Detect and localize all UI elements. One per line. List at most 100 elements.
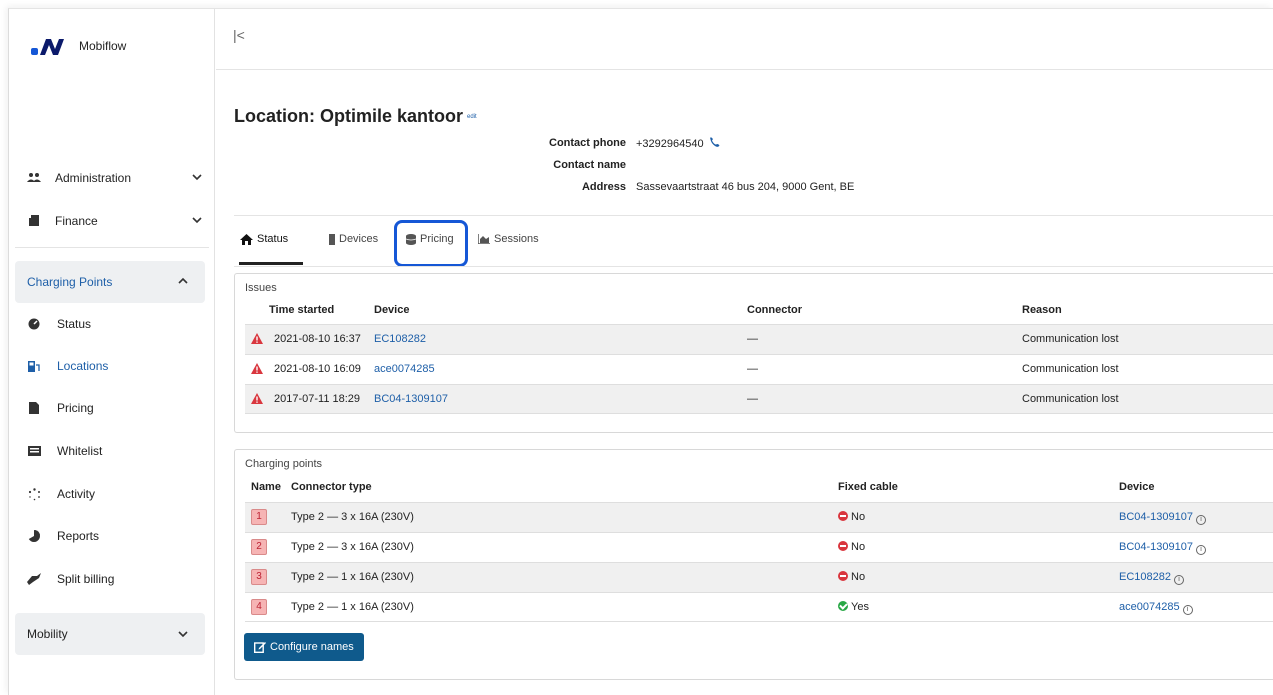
column-header: Device (374, 304, 410, 316)
sidebar-group-label: Mobility (27, 627, 68, 641)
device-link[interactable]: ace0074285 (1119, 601, 1180, 613)
fixed-cable-cell: No (838, 511, 865, 523)
device-link[interactable]: BC04-1309107 (1119, 541, 1193, 553)
chevron-down-icon (191, 214, 203, 229)
app-window: Mobiflow Administration Finance Charging… (8, 8, 1273, 695)
sidebar-item-activity[interactable]: Activity (9, 481, 215, 507)
info-icon[interactable]: i (1196, 545, 1207, 555)
table-row: 3 Type 2 — 1 x 16A (230V) No EC108282 i (245, 562, 1273, 592)
reason-cell: Communication lost (1022, 393, 1119, 405)
sidebar-item-label: Locations (57, 359, 109, 373)
fixed-cable-value: No (851, 541, 866, 553)
contact-phone-value: +3292964540 (636, 137, 720, 150)
device-cell: ace0074285 i (1119, 601, 1193, 615)
point-name-badge: 1 (251, 509, 267, 525)
pricing-icon (27, 401, 41, 415)
sidebar-item-pricing[interactable]: Pricing (9, 395, 215, 421)
connector-cell: — (747, 393, 758, 405)
sidebar-item-reports[interactable]: Reports (9, 523, 215, 549)
no-icon (838, 571, 848, 581)
sidebar-item-label: Status (57, 317, 92, 331)
info-icon[interactable]: i (1174, 575, 1184, 585)
reason-cell: Communication lost (1022, 333, 1119, 345)
area-chart-icon (478, 234, 490, 244)
sidebar-item-administration[interactable]: Administration (9, 163, 215, 193)
button-label: Configure names (270, 641, 354, 653)
edit-link[interactable]: edit (467, 114, 477, 120)
warning-icon (251, 333, 263, 347)
time-cell: 2021-08-10 16:09 (274, 363, 361, 375)
column-header: Reason (1022, 304, 1062, 316)
mobiflow-logo-icon (31, 36, 69, 56)
device-link[interactable]: BC04-1309107 (374, 393, 448, 405)
no-icon (838, 511, 848, 521)
sidebar-item-label: Reports (57, 529, 100, 543)
no-icon (838, 541, 848, 551)
contact-phone[interactable]: +3292964540 (636, 138, 704, 150)
sidebar-item-label: Activity (57, 487, 96, 501)
fixed-cable-value: No (851, 571, 866, 583)
active-tab-indicator (239, 262, 303, 265)
fixed-cable-cell: Yes (838, 601, 869, 613)
brand[interactable]: Mobiflow (31, 36, 126, 56)
device-cell: BC04-1309107 i (1119, 541, 1207, 555)
chevron-down-icon[interactable] (177, 628, 189, 643)
device-icon (329, 233, 335, 245)
page-title: Location: Optimile kantoor edit (234, 106, 477, 127)
connector-cell: — (747, 363, 758, 375)
device-link[interactable]: EC108282 (1119, 571, 1171, 583)
status-icon (27, 317, 41, 331)
divider (15, 247, 209, 248)
table-row: 4 Type 2 — 1 x 16A (230V) Yes ace0074285… (245, 592, 1273, 622)
tab-status[interactable]: Status (240, 233, 288, 245)
finance-icon (27, 214, 41, 228)
phone-icon[interactable] (709, 137, 720, 148)
column-header: Time started (269, 304, 335, 316)
issues-card: Issues Time started Device Connector Rea… (234, 273, 1273, 433)
fixed-cable-value: No (851, 511, 866, 523)
device-link[interactable]: ace0074285 (374, 363, 435, 375)
sidebar-item-label: Administration (55, 171, 132, 185)
info-icon[interactable]: i (1196, 515, 1207, 525)
sidebar-item-split-billing[interactable]: Split billing (9, 566, 215, 592)
topbar: |< (216, 9, 1273, 70)
column-header: Connector (747, 304, 802, 316)
contact-name-label: Contact name (553, 159, 626, 171)
device-link[interactable]: BC04-1309107 (1119, 511, 1193, 523)
info-icon[interactable]: i (1182, 605, 1193, 615)
fixed-cable-value: Yes (851, 601, 869, 613)
sidebar-item-whitelist[interactable]: Whitelist (9, 438, 215, 464)
sidebar-group-label: Charging Points (27, 275, 113, 289)
device-link[interactable]: EC108282 (374, 333, 426, 345)
sidebar-item-label: Split billing (57, 572, 115, 586)
tab-devices[interactable]: Devices (329, 233, 378, 245)
connector-cell: Type 2 — 3 x 16A (230V) (291, 541, 414, 553)
chevron-up-icon[interactable] (177, 275, 189, 290)
device-cell: EC108282 i (1119, 571, 1184, 585)
home-icon (240, 233, 253, 245)
reason-cell: Communication lost (1022, 363, 1119, 375)
charging-points-card: Charging points Name Connector type Fixe… (234, 449, 1273, 680)
check-icon (838, 601, 848, 611)
sidebar-item-status[interactable]: Status (9, 311, 215, 337)
column-header: Device (1119, 481, 1155, 493)
people-icon (27, 171, 41, 185)
tab-label: Devices (339, 233, 379, 245)
address-label: Address (581, 181, 626, 193)
sidebar-item-locations[interactable]: Locations (9, 353, 215, 379)
sidebar-item-label: Pricing (57, 401, 94, 415)
configure-names-button[interactable]: Configure names (244, 633, 364, 661)
fixed-cable-cell: No (838, 571, 865, 583)
collapse-sidebar-button[interactable]: |< (233, 27, 245, 43)
table-row: 2021-08-10 16:09 ace0074285 — Communicat… (245, 354, 1273, 384)
tab-sessions[interactable]: Sessions (478, 233, 539, 245)
warning-icon (251, 393, 263, 407)
time-cell: 2017-07-11 18:29 (274, 393, 361, 405)
sidebar-item-finance[interactable]: Finance (9, 206, 215, 236)
highlight-annotation (394, 220, 468, 267)
split-billing-icon (27, 572, 41, 586)
table-row: 1 Type 2 — 3 x 16A (230V) No BC04-130910… (245, 502, 1273, 532)
tab-label: Status (257, 233, 289, 245)
whitelist-icon (27, 444, 41, 458)
connector-cell: Type 2 — 1 x 16A (230V) (291, 571, 414, 583)
